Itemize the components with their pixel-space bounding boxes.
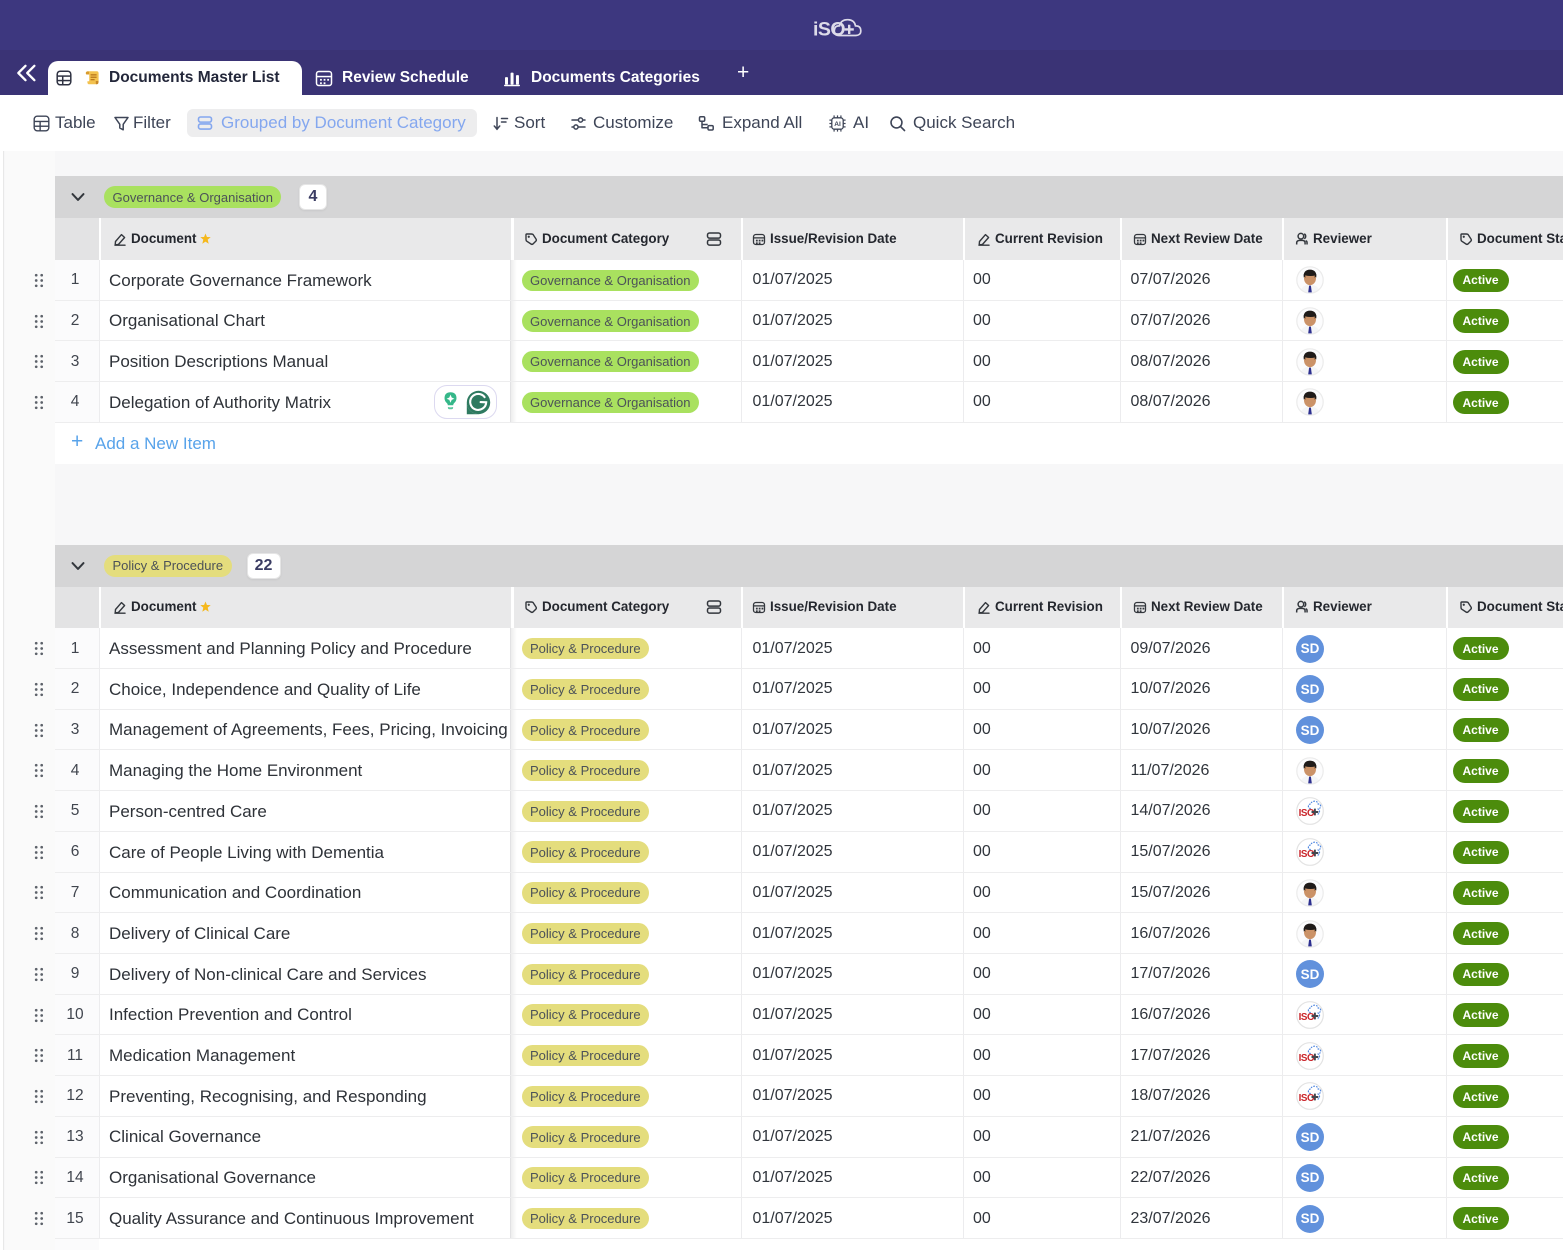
svg-text:ISO: ISO	[1299, 1093, 1315, 1104]
svg-text:ISO: ISO	[1299, 808, 1315, 819]
svg-text:ISO: ISO	[1299, 849, 1315, 860]
svg-text:ISO: ISO	[1299, 1053, 1315, 1064]
svg-text:AI: AI	[834, 121, 841, 128]
svg-text:ISO: ISO	[1299, 1012, 1315, 1023]
